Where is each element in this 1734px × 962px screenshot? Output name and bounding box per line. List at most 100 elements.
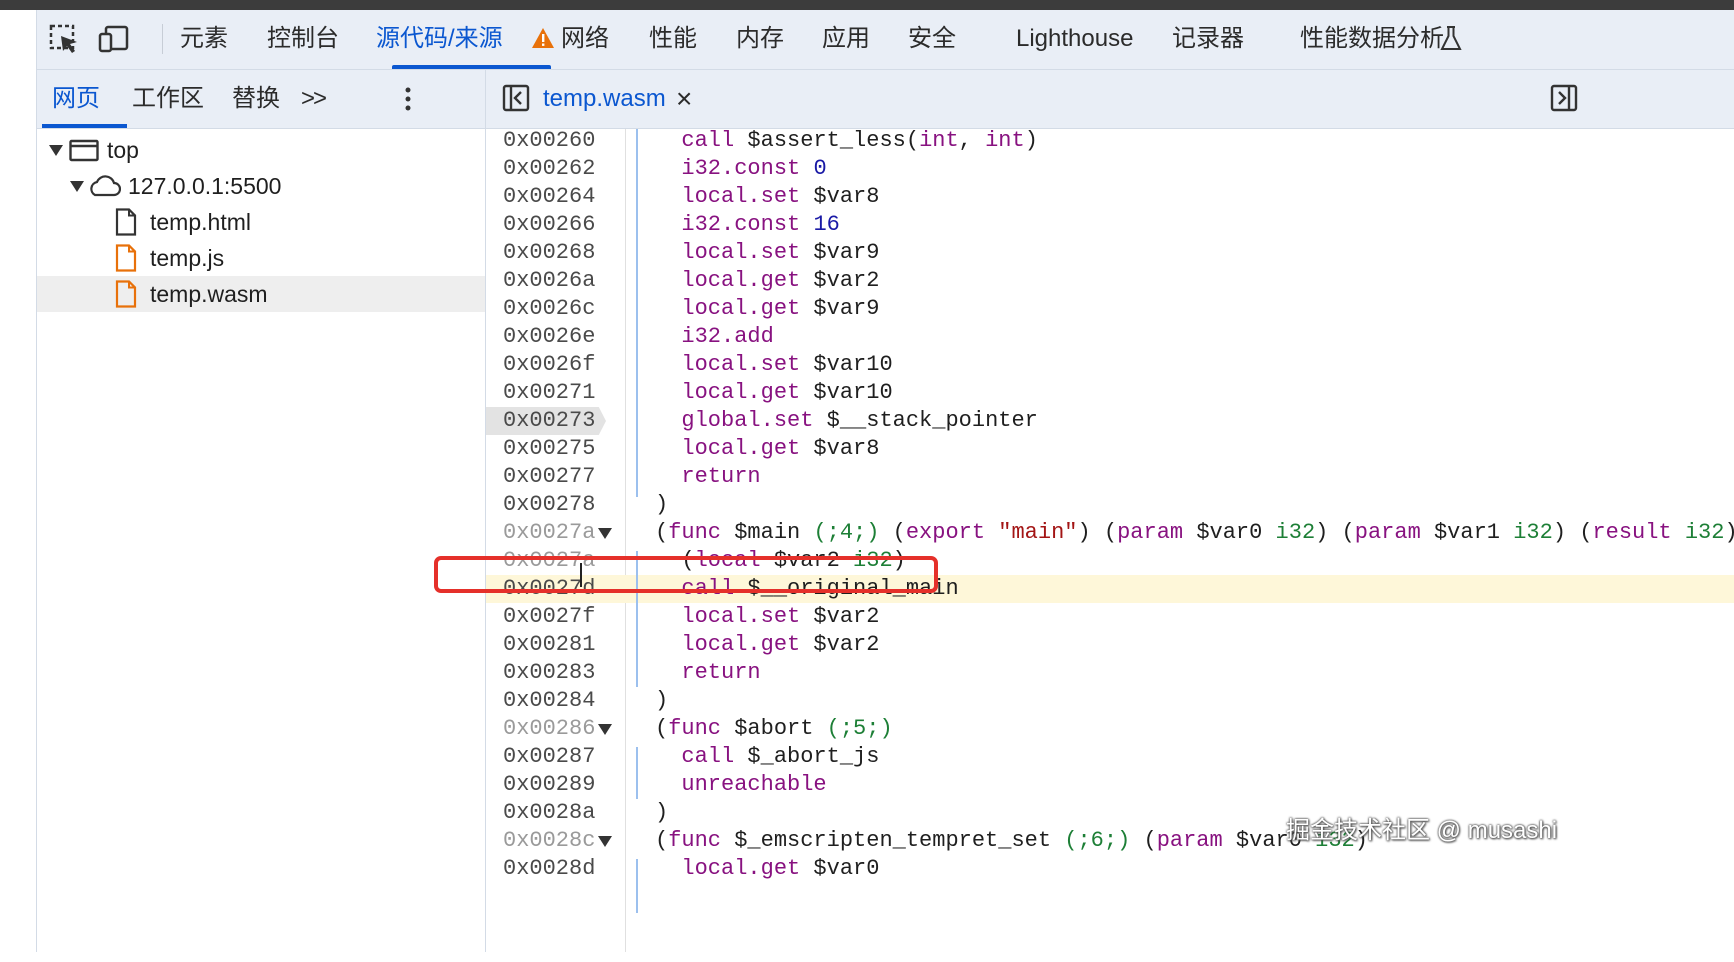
- fold-arrow-icon[interactable]: [598, 836, 612, 847]
- expand-arrow-icon[interactable]: [70, 181, 84, 192]
- code-line[interactable]: 0x00278): [486, 491, 1734, 519]
- code-line[interactable]: 0x0026f local.set $var10: [486, 351, 1734, 379]
- code-line[interactable]: 0x0027f local.set $var2: [486, 603, 1734, 631]
- code-text: return: [681, 464, 761, 489]
- close-tab-icon[interactable]: ×: [676, 70, 692, 128]
- more-options-icon[interactable]: [400, 84, 416, 114]
- select-element-icon[interactable]: [47, 22, 81, 56]
- code-line[interactable]: 0x0027a (func $main (;4;) (export "main")…: [486, 519, 1734, 547]
- code-line[interactable]: 0x00264 local.set $var8: [486, 183, 1734, 211]
- tree-file-temp-html[interactable]: temp.html: [37, 204, 485, 240]
- tab-page[interactable]: 网页: [52, 70, 100, 128]
- code-line[interactable]: 0x00284): [486, 687, 1734, 715]
- tree-label-file: temp.html: [150, 209, 251, 235]
- page-left-edge: [0, 10, 37, 952]
- toggle-debugger-icon[interactable]: [1550, 83, 1578, 113]
- code-text: call $assert_less(int, int): [681, 129, 1038, 153]
- tree-node-origin[interactable]: 127.0.0.1:5500: [37, 168, 485, 204]
- tab-overrides[interactable]: 替换: [232, 70, 280, 128]
- more-tabs-button[interactable]: >>: [301, 70, 327, 128]
- indent-guide: [636, 747, 638, 799]
- tab-workspace[interactable]: 工作区: [132, 70, 204, 128]
- line-address[interactable]: 0x00268: [503, 239, 595, 267]
- tab-elements[interactable]: 元素: [180, 10, 228, 69]
- code-line[interactable]: 0x00271 local.get $var10: [486, 379, 1734, 407]
- line-address[interactable]: 0x00264: [503, 183, 595, 211]
- editor-file-tab[interactable]: temp.wasm: [543, 70, 666, 128]
- tree-node-top[interactable]: top: [37, 132, 485, 168]
- line-address[interactable]: 0x00278: [503, 491, 595, 519]
- code-line[interactable]: 0x00286 (func $abort (;5;): [486, 715, 1734, 743]
- fold-arrow-icon[interactable]: [598, 724, 612, 735]
- tab-performance[interactable]: 性能: [649, 10, 697, 69]
- line-address[interactable]: 0x0027f: [503, 603, 595, 631]
- code-line[interactable]: 0x0026c local.get $var9: [486, 295, 1734, 323]
- tree-file-temp-js[interactable]: temp.js: [37, 240, 485, 276]
- tab-sources[interactable]: 源代码/来源: [376, 10, 503, 69]
- code-line[interactable]: 0x00283 return: [486, 659, 1734, 687]
- tab-console[interactable]: 控制台: [267, 10, 339, 69]
- code-text: local.get $var8: [681, 436, 880, 461]
- code-text: return: [681, 660, 761, 685]
- tab-memory[interactable]: 内存: [736, 10, 784, 69]
- toggle-navigator-icon[interactable]: [502, 83, 530, 113]
- tab-recorder[interactable]: 记录器: [1172, 10, 1244, 69]
- line-address[interactable]: 0x00284: [503, 687, 595, 715]
- tree-label-file: temp.js: [150, 245, 225, 271]
- line-address[interactable]: 0x00271: [503, 379, 595, 407]
- line-address[interactable]: 0x00289: [503, 771, 595, 799]
- line-address[interactable]: 0x00283: [503, 659, 595, 687]
- code-line[interactable]: 0x0028d local.get $var0: [486, 855, 1734, 883]
- code-text: i32.const 0: [681, 156, 827, 181]
- line-address[interactable]: 0x00273: [503, 407, 595, 435]
- tab-network[interactable]: 网络: [561, 10, 609, 69]
- line-address[interactable]: 0x00260: [503, 129, 595, 155]
- code-line[interactable]: 0x00287 call $_abort_js: [486, 743, 1734, 771]
- code-line[interactable]: 0x00281 local.get $var2: [486, 631, 1734, 659]
- code-line[interactable]: 0x0026e i32.add: [486, 323, 1734, 351]
- line-address[interactable]: 0x00281: [503, 631, 595, 659]
- line-address[interactable]: 0x00275: [503, 435, 595, 463]
- line-address[interactable]: 0x0028d: [503, 855, 595, 883]
- line-address[interactable]: 0x0026c: [503, 295, 595, 323]
- line-address[interactable]: 0x0026f: [503, 351, 595, 379]
- tree-file-temp-wasm[interactable]: temp.wasm: [37, 276, 485, 312]
- tab-security[interactable]: 安全: [908, 10, 956, 69]
- fold-arrow-icon[interactable]: [598, 528, 612, 539]
- line-address[interactable]: 0x0026a: [503, 267, 595, 295]
- line-address[interactable]: 0x0028c: [503, 827, 595, 855]
- tab-performance-insights[interactable]: 性能数据分析: [1300, 10, 1444, 69]
- code-line[interactable]: 0x00277 return: [486, 463, 1734, 491]
- code-line[interactable]: 0x00275 local.get $var8: [486, 435, 1734, 463]
- tab-application[interactable]: 应用: [822, 10, 870, 69]
- code-line[interactable]: 0x00260 call $assert_less(int, int): [486, 129, 1734, 155]
- code-line[interactable]: 0x00273 global.set $__stack_pointer: [486, 407, 1734, 435]
- toolbar-separator: [162, 24, 163, 54]
- code-text: local.get $var2: [681, 632, 880, 657]
- main-tab-bar: 元素 控制台 源代码/来源 网络 性能 内存 应用 安全 Lighthouse …: [37, 10, 1734, 70]
- navigator-tab-bar: 网页 工作区 替换 >>: [37, 70, 486, 129]
- code-line[interactable]: 0x0026a local.get $var2: [486, 267, 1734, 295]
- code-text: ): [655, 688, 669, 713]
- code-text: local.set $var9: [681, 240, 880, 265]
- line-address[interactable]: 0x00277: [503, 463, 595, 491]
- code-text: ): [655, 492, 669, 517]
- line-address[interactable]: 0x00262: [503, 155, 595, 183]
- line-address[interactable]: 0x0026e: [503, 323, 595, 351]
- line-address[interactable]: 0x00287: [503, 743, 595, 771]
- code-line[interactable]: 0x00268 local.set $var9: [486, 239, 1734, 267]
- code-line[interactable]: 0x00262 i32.const 0: [486, 155, 1734, 183]
- code-line[interactable]: 0x00266 i32.const 16: [486, 211, 1734, 239]
- navigator-active-indicator: [42, 124, 127, 128]
- code-text: ): [655, 800, 669, 825]
- device-toolbar-icon[interactable]: [97, 22, 131, 56]
- tab-lighthouse[interactable]: Lighthouse: [1016, 10, 1133, 69]
- line-address[interactable]: 0x00266: [503, 211, 595, 239]
- code-line[interactable]: 0x00289 unreachable: [486, 771, 1734, 799]
- line-address[interactable]: 0x0027a: [503, 519, 595, 547]
- annotation-highlight-box: [434, 556, 938, 593]
- code-text: unreachable: [681, 772, 827, 797]
- line-address[interactable]: 0x00286: [503, 715, 595, 743]
- expand-arrow-icon[interactable]: [49, 145, 63, 156]
- line-address[interactable]: 0x0028a: [503, 799, 595, 827]
